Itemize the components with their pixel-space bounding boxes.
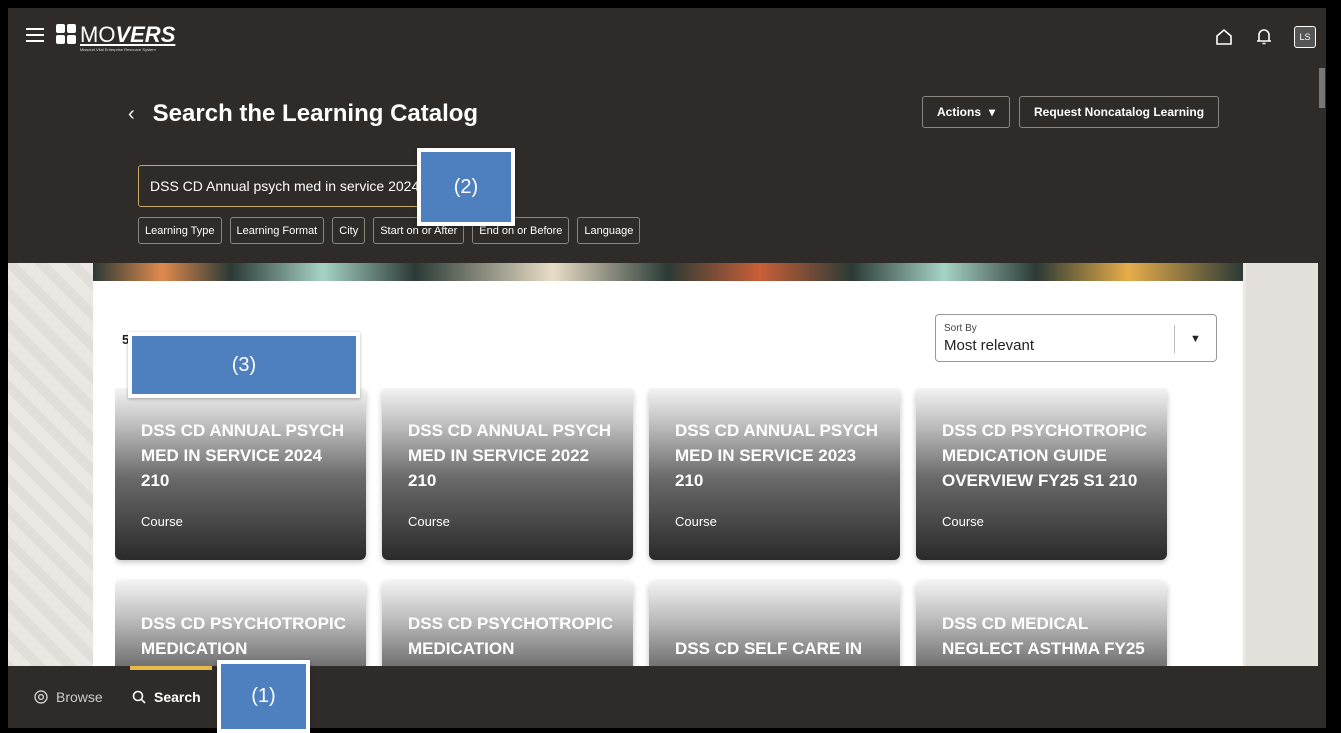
browse-icon [34, 690, 48, 704]
tab-search-label: Search [154, 689, 201, 705]
tab-search[interactable]: Search [132, 689, 201, 705]
active-tab-indicator [130, 666, 212, 670]
top-bar: MOVERS Missouri Vital Enterprise Resourc… [8, 8, 1326, 68]
course-card[interactable]: DSS CD MEDICAL NEGLECT ASTHMA FY25 [916, 581, 1167, 673]
card-title: DSS CD ANNUAL PSYCH MED IN SERVICE 2022 … [408, 421, 612, 490]
sort-by-label: Sort By [944, 323, 977, 334]
filter-language[interactable]: Language [577, 217, 641, 244]
hamburger-menu-icon[interactable] [26, 28, 44, 42]
card-type: Course [942, 514, 984, 529]
card-title: DSS CD SELF CARE IN [675, 639, 863, 658]
logo-subtitle: Missouri Vital Enterprise Resource Syste… [80, 47, 156, 52]
back-chevron-icon[interactable]: ‹ [128, 103, 135, 126]
sort-by-select[interactable]: Sort By Most relevant ▼ [935, 314, 1217, 362]
bell-icon[interactable] [1254, 27, 1274, 47]
card-title: DSS CD PSYCHOTROPIC MEDICATION [408, 614, 613, 658]
actions-button[interactable]: Actions ▾ [922, 96, 1011, 128]
sort-by-value: Most relevant [944, 337, 1035, 354]
course-card[interactable]: DSS CD ANNUAL PSYCH MED IN SERVICE 2022 … [382, 388, 633, 560]
scrollbar-thumb[interactable] [1319, 68, 1325, 108]
filter-city[interactable]: City [332, 217, 366, 244]
caret-down-icon: ▾ [989, 105, 996, 119]
course-card[interactable]: DSS CD ANNUAL PSYCH MED IN SERVICE 2024 … [115, 388, 366, 560]
page-header: ‹ Search the Learning Catalog [128, 100, 478, 128]
card-title: DSS CD MEDICAL NEGLECT ASTHMA FY25 [942, 614, 1145, 658]
course-card[interactable]: DSS CD PSYCHOTROPIC MEDICATION [382, 581, 633, 673]
request-noncatalog-learning-button[interactable]: Request Noncatalog Learning [1019, 96, 1220, 128]
tab-browse[interactable]: Browse [34, 689, 103, 705]
card-type: Course [408, 514, 450, 529]
filter-learning-type[interactable]: Learning Type [138, 217, 222, 244]
tab-browse-label: Browse [56, 689, 103, 705]
decorative-banner [93, 263, 1243, 281]
logo-mark-icon [56, 24, 76, 44]
search-input[interactable] [138, 165, 450, 207]
divider [1174, 325, 1175, 353]
bottom-nav: Browse Search ing [8, 666, 1326, 728]
decorative-pattern [8, 263, 93, 673]
card-title: DSS CD PSYCHOTROPIC MEDICATION GUIDE OVE… [942, 421, 1147, 490]
card-type: Course [141, 514, 183, 529]
home-icon[interactable] [1214, 27, 1234, 47]
annotation-marker-1: (1) [217, 660, 310, 733]
top-icons: LS [1214, 26, 1316, 48]
course-card[interactable]: DSS CD PSYCHOTROPIC MEDICATION GUIDE OVE… [916, 388, 1167, 560]
annotation-marker-2: (2) [417, 148, 515, 226]
page-title: Search the Learning Catalog [152, 100, 479, 127]
card-title: DSS CD ANNUAL PSYCH MED IN SERVICE 2024 … [141, 421, 345, 490]
course-card[interactable]: DSS CD SELF CARE IN [649, 581, 900, 673]
dropdown-arrow-icon[interactable]: ▼ [1190, 333, 1201, 345]
annotation-marker-3: (3) [128, 332, 360, 398]
logo-text: MOVERS [80, 22, 176, 47]
filter-learning-format[interactable]: Learning Format [229, 217, 325, 244]
course-card[interactable]: DSS CD ANNUAL PSYCH MED IN SERVICE 2023 … [649, 388, 900, 560]
card-title: DSS CD PSYCHOTROPIC MEDICATION [141, 614, 346, 658]
course-card-grid: DSS CD ANNUAL PSYCH MED IN SERVICE 2024 … [115, 388, 1175, 673]
decorative-pattern [1246, 263, 1326, 673]
vertical-scrollbar[interactable] [1318, 68, 1326, 728]
card-type: Course [675, 514, 717, 529]
filter-bar: Learning Type Learning Format City Start… [138, 217, 641, 244]
avatar[interactable]: LS [1294, 26, 1316, 48]
actions-label: Actions [937, 105, 982, 119]
search-icon [132, 690, 146, 704]
card-title: DSS CD ANNUAL PSYCH MED IN SERVICE 2023 … [675, 421, 879, 490]
